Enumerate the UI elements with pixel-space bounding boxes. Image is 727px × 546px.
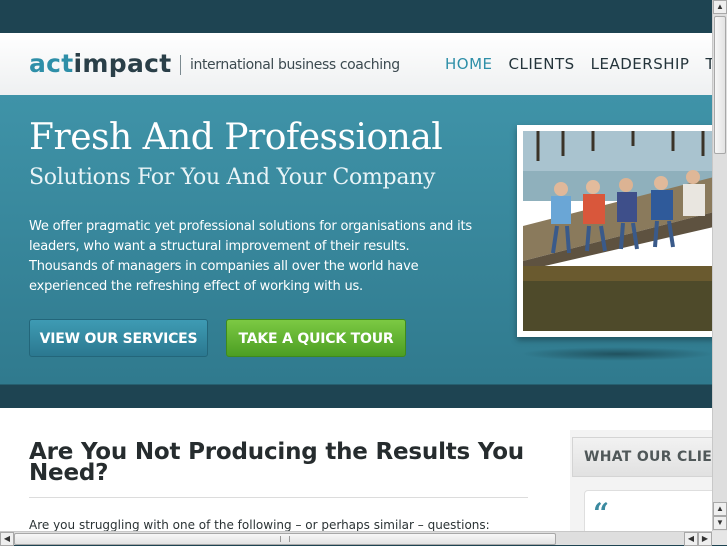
intro-question: Are you struggling with one of the follo… bbox=[29, 518, 490, 531]
main-nav: HOME CLIENTS LEADERSHIP T bbox=[445, 55, 712, 73]
nav-clients[interactable]: CLIENTS bbox=[509, 55, 575, 73]
testimonial-title: WHAT OUR CLIENTS bbox=[584, 449, 712, 465]
scroll-up-arrow-icon[interactable]: ▲ bbox=[713, 0, 727, 14]
site-header: actimpact international business coachin… bbox=[0, 33, 712, 95]
nav-home[interactable]: HOME bbox=[445, 55, 493, 73]
nav-leadership[interactable]: LEADERSHIP bbox=[591, 55, 690, 73]
scroll-left-arrow-icon-right[interactable]: ◀ bbox=[684, 532, 698, 546]
testimonial-header: WHAT OUR CLIENTS bbox=[572, 437, 712, 477]
site-tagline: international business coaching bbox=[190, 57, 400, 73]
scroll-grip-icon bbox=[280, 536, 290, 542]
scroll-down-arrow-icon[interactable]: ▼ bbox=[713, 516, 727, 530]
hero-description: We offer pragmatic yet professional solu… bbox=[29, 219, 473, 294]
site-logo[interactable]: actimpact bbox=[29, 49, 172, 78]
photo-shadow bbox=[520, 347, 712, 361]
main-content: Are You Not Producing the Results You Ne… bbox=[0, 408, 712, 531]
horizontal-scrollbar[interactable]: ◀ ◀ ▶ bbox=[0, 531, 712, 546]
hero-section: Fresh And Professional Solutions For You… bbox=[0, 95, 712, 385]
hero-photo-frame bbox=[517, 125, 712, 337]
testimonial-card: “ bbox=[584, 490, 712, 531]
vertical-scrollbar[interactable]: ▲ ▲ ▼ bbox=[712, 0, 727, 531]
scroll-left-arrow-icon[interactable]: ◀ bbox=[0, 532, 14, 546]
hero-subtitle: Solutions For You And Your Company bbox=[29, 165, 436, 190]
section-divider-band bbox=[0, 385, 712, 408]
browser-viewport: actimpact international business coachin… bbox=[0, 0, 712, 531]
scroll-right-arrow-icon[interactable]: ▶ bbox=[698, 532, 712, 546]
hero-photo bbox=[523, 131, 712, 331]
tagline-divider bbox=[180, 55, 181, 75]
view-services-button[interactable]: VIEW OUR SERVICES bbox=[29, 319, 208, 357]
horizontal-scroll-thumb[interactable] bbox=[14, 533, 556, 545]
logo-act: act bbox=[29, 49, 74, 78]
quick-tour-button[interactable]: TAKE A QUICK TOUR bbox=[226, 319, 406, 357]
logo-impact: impact bbox=[73, 49, 172, 78]
vertical-scroll-thumb[interactable] bbox=[714, 16, 726, 154]
scroll-up-arrow-icon-bottom[interactable]: ▲ bbox=[713, 502, 727, 516]
scrollbar-corner bbox=[712, 531, 727, 545]
heading-rule bbox=[29, 497, 528, 498]
group-photo-image bbox=[523, 131, 712, 331]
section-heading: Are You Not Producing the Results You Ne… bbox=[29, 439, 524, 486]
quote-icon: “ bbox=[593, 497, 610, 530]
hero-title: Fresh And Professional bbox=[29, 117, 443, 158]
